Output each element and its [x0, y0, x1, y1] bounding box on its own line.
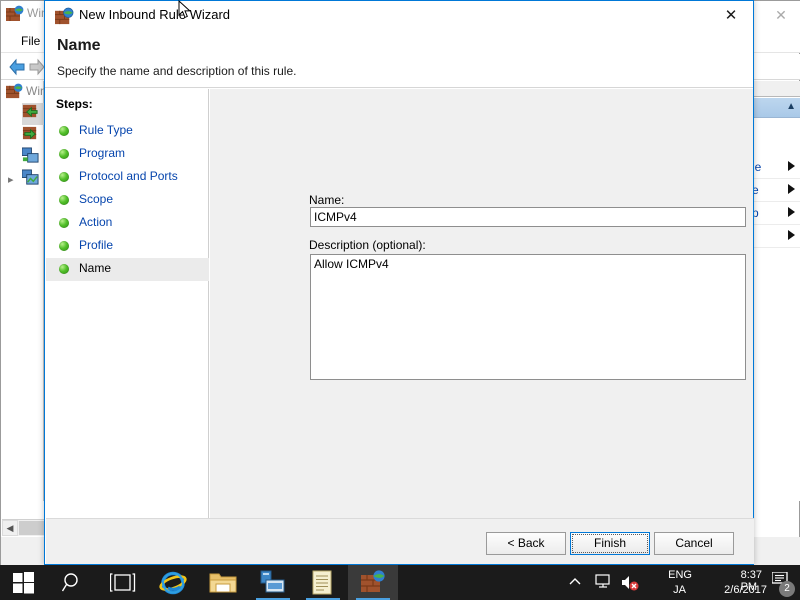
taskbar: ENG JA 8:37 PM 2/6/2017 2 — [0, 565, 800, 600]
sidebar-item-rule-type[interactable]: Rule Type — [46, 120, 209, 143]
description-field-label: Description (optional): — [309, 238, 426, 252]
connection-security-icon — [21, 147, 39, 163]
firewall-icon — [6, 5, 24, 21]
scrollbar-thumb[interactable] — [19, 521, 44, 535]
step-label: Action — [79, 215, 113, 229]
sidebar-item-name[interactable]: Name — [46, 258, 209, 281]
tree-item-monitoring[interactable] — [21, 169, 46, 191]
finish-button[interactable]: Finish — [570, 532, 650, 555]
description-input[interactable] — [310, 254, 746, 380]
notification-center-button[interactable]: 2 — [768, 565, 798, 600]
step-label: Rule Type — [79, 123, 133, 137]
file-explorer-button[interactable] — [198, 565, 248, 600]
monitoring-icon — [21, 169, 39, 185]
firewall-tree-pane: Win ▸ — [2, 81, 47, 501]
network-icon[interactable] — [594, 574, 612, 595]
actions-pane: ▲ le e p — [749, 81, 800, 501]
dialog-footer: < Back Finish Cancel — [46, 518, 754, 564]
submenu-arrow-icon[interactable] — [788, 161, 795, 171]
sidebar-item-protocol-and-ports[interactable]: Protocol and Ports — [46, 166, 209, 189]
step-label: Profile — [79, 238, 114, 252]
step-label: Protocol and Ports — [79, 169, 178, 183]
volume-muted-icon[interactable] — [620, 574, 640, 596]
action-row[interactable]: p — [750, 202, 800, 225]
tree-item-connection-security-rules[interactable] — [21, 147, 46, 169]
internet-explorer-icon — [159, 571, 187, 595]
new-inbound-rule-wizard-dialog: New Inbound Rule Wizard ✕ Name Specify t… — [44, 0, 754, 565]
server-manager-button[interactable] — [248, 565, 298, 600]
actions-pane-header[interactable]: ▲ — [750, 98, 800, 118]
step-bullet-icon — [59, 241, 69, 251]
step-label: Scope — [79, 192, 114, 206]
menu-item-file[interactable]: File — [21, 34, 40, 48]
back-arrow-icon[interactable] — [7, 58, 27, 76]
steps-heading: Steps: — [56, 97, 93, 111]
language-indicator-secondary[interactable]: JA — [673, 584, 686, 596]
sidebar-item-action[interactable]: Action — [46, 212, 209, 235]
tree-expander-monitoring[interactable]: ▸ — [8, 173, 14, 186]
dialog-banner: Name Specify the name and description of… — [45, 31, 753, 88]
internet-explorer-button[interactable] — [148, 565, 198, 600]
sidebar-item-scope[interactable]: Scope — [46, 189, 209, 212]
windows-firewall-icon — [361, 570, 385, 592]
inbound-rules-icon — [22, 104, 38, 118]
windows-firewall-button[interactable] — [348, 565, 398, 600]
task-view-icon — [110, 573, 136, 592]
outbound-rules-icon — [22, 126, 37, 140]
screen: Win ✕ File Win ▸ ◀ ▲ le e p New Inbound … — [0, 0, 800, 600]
step-bullet-icon — [59, 264, 69, 274]
focus-ring — [572, 534, 648, 553]
actions-pane-toolbar — [750, 81, 800, 97]
notepad-icon — [312, 570, 332, 595]
close-icon[interactable]: ✕ — [709, 1, 753, 30]
start-button[interactable] — [0, 565, 48, 600]
tree-item-inbound-rules[interactable] — [22, 103, 46, 125]
back-button[interactable]: < Back — [486, 532, 566, 555]
name-input[interactable] — [310, 207, 746, 227]
step-label: Name — [79, 261, 112, 275]
page-subtitle: Specify the name and description of this… — [57, 64, 297, 78]
start-icon — [13, 572, 34, 594]
submenu-arrow-icon[interactable] — [788, 207, 795, 217]
sidebar-item-program[interactable]: Program — [46, 143, 209, 166]
action-row[interactable]: le — [750, 156, 800, 179]
sidebar-item-profile[interactable]: Profile — [46, 235, 209, 258]
dialog-content-pane: Name: Description (optional): — [210, 89, 753, 518]
notification-badge: 2 — [779, 581, 795, 597]
dialog-titlebar[interactable]: New Inbound Rule Wizard ✕ — [45, 1, 753, 31]
step-label: Program — [79, 146, 126, 160]
mouse-cursor — [178, 0, 192, 19]
notepad-button[interactable] — [298, 565, 348, 600]
step-bullet-icon — [59, 218, 69, 228]
submenu-arrow-icon[interactable] — [788, 184, 795, 194]
step-bullet-icon — [59, 172, 69, 182]
clock-date[interactable]: 2/6/2017 — [724, 584, 767, 596]
name-field-label: Name: — [309, 193, 345, 207]
search-icon — [62, 573, 78, 592]
scroll-left-arrow-icon[interactable]: ◀ — [2, 520, 18, 536]
language-indicator-primary[interactable]: ENG — [668, 569, 692, 581]
action-row[interactable] — [750, 225, 800, 248]
firewall-icon — [6, 83, 23, 99]
tree-item-outbound-rules[interactable] — [22, 125, 46, 147]
submenu-arrow-icon[interactable] — [788, 230, 795, 240]
step-bullet-icon — [59, 195, 69, 205]
step-bullet-icon — [59, 149, 69, 159]
background-window-close-button[interactable]: ✕ — [761, 1, 800, 29]
steps-panel: Steps: Rule Type Program Protocol and Po… — [46, 89, 209, 563]
dialog-title: New Inbound Rule Wizard — [79, 7, 231, 22]
firewall-rule-icon — [55, 7, 74, 25]
step-bullet-icon — [59, 126, 69, 136]
cancel-button[interactable]: Cancel — [654, 532, 734, 555]
chevron-up-icon[interactable]: ▲ — [786, 101, 796, 112]
tree-horizontal-scrollbar[interactable]: ◀ — [2, 519, 44, 536]
page-title: Name — [57, 37, 101, 54]
file-explorer-icon — [209, 573, 237, 593]
tray-chevron-up-icon[interactable] — [568, 575, 582, 594]
action-row[interactable]: e — [750, 179, 800, 202]
task-view-button[interactable] — [98, 565, 148, 600]
server-manager-icon — [260, 570, 285, 593]
search-button[interactable] — [48, 565, 98, 600]
